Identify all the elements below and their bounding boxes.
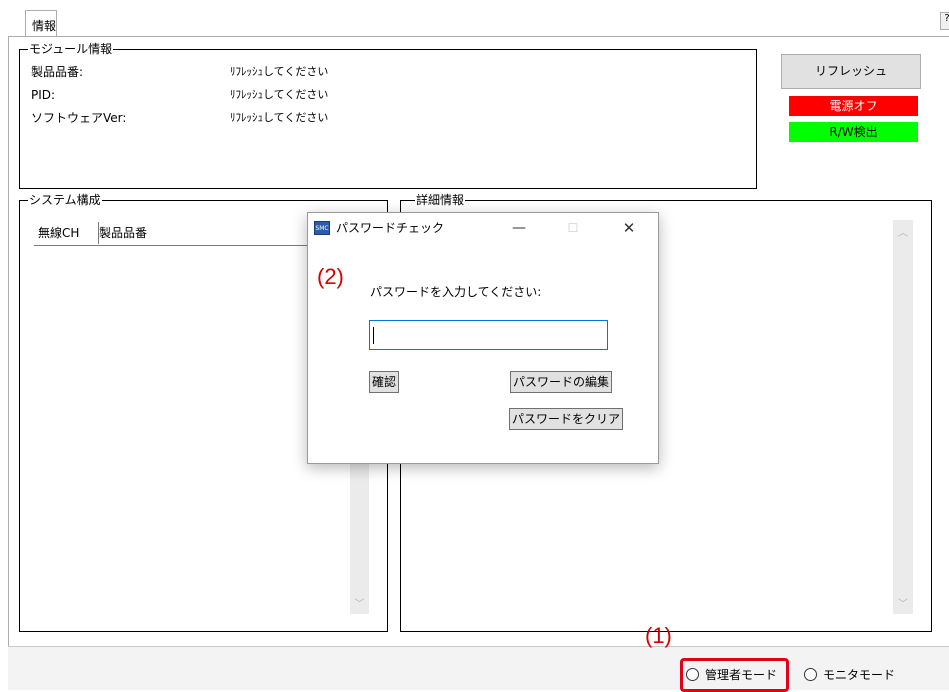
software-version-label: ソフトウェアVer: [31, 111, 127, 125]
details-title: 詳細情報 [415, 192, 466, 208]
help-icon: ? [944, 13, 949, 24]
confirm-button[interactable]: 確認 [369, 371, 400, 393]
app-icon: SMC [314, 221, 330, 235]
system-config-list[interactable]: 無線CH 製品品番 [34, 220, 354, 610]
maximize-button: ☐ [550, 213, 596, 243]
minimize-button[interactable]: — [496, 213, 542, 243]
close-button[interactable]: ✕ [606, 213, 652, 243]
system-list-scrollbar[interactable]: ﹀ [350, 452, 369, 614]
column-header-wireless-ch[interactable]: 無線CH [34, 222, 99, 244]
dialog-title: パスワードチェック [336, 221, 445, 235]
monitor-mode-label[interactable]: モニタモード [823, 667, 895, 683]
text-caret [373, 327, 374, 344]
password-prompt: パスワードを入力してください: [370, 285, 542, 299]
details-scrollbar[interactable]: ︿ ﹀ [893, 220, 913, 614]
scroll-down-icon[interactable]: ﹀ [350, 595, 369, 610]
annotation-step-2: (2) [317, 264, 344, 289]
product-number-value: ﾘﾌﾚｯｼｭしてください [230, 65, 329, 78]
module-info-group: モジュール情報 製品品番: ﾘﾌﾚｯｼｭしてください PID: ﾘﾌﾚｯｼｭして… [19, 41, 757, 189]
edit-password-button[interactable]: パスワードの編集 [510, 371, 613, 393]
tab-info[interactable]: 情報 [25, 10, 57, 37]
password-input[interactable] [369, 320, 608, 350]
tab-info-label: 情報 [32, 19, 57, 33]
software-version-value: ﾘﾌﾚｯｼｭしてください [230, 111, 329, 124]
password-dialog: SMC パスワードチェック — ☐ ✕ (2) パスワードを入力してください: … [307, 212, 659, 464]
monitor-mode-radio[interactable] [804, 668, 817, 681]
column-header-product-number[interactable]: 製品品番 [95, 222, 219, 244]
clear-password-button[interactable]: パスワードをクリア [509, 408, 624, 430]
list-header: 無線CH 製品品番 [34, 220, 354, 246]
module-info-title: モジュール情報 [28, 41, 114, 57]
rw-status-indicator: R/W検出 [789, 122, 918, 142]
annotation-step-1: (1) [645, 623, 672, 648]
tab-divider [8, 36, 949, 37]
admin-mode-highlight [680, 658, 789, 692]
scroll-down-icon[interactable]: ﹀ [893, 595, 913, 610]
maximize-icon: ☐ [567, 221, 579, 235]
scroll-up-icon[interactable]: ︿ [893, 224, 913, 239]
product-number-label: 製品品番: [31, 65, 84, 79]
dialog-titlebar[interactable]: SMC パスワードチェック — ☐ ✕ [308, 213, 658, 243]
close-icon: ✕ [622, 219, 636, 237]
pid-label: PID: [31, 88, 56, 102]
help-button[interactable]: ? [940, 12, 949, 30]
pid-value: ﾘﾌﾚｯｼｭしてください [230, 88, 329, 101]
power-status-indicator: 電源オフ [789, 96, 918, 116]
minimize-icon: — [512, 220, 526, 236]
refresh-button[interactable]: リフレッシュ [781, 54, 921, 89]
system-config-title: システム構成 [28, 192, 102, 208]
page-border [8, 36, 9, 646]
